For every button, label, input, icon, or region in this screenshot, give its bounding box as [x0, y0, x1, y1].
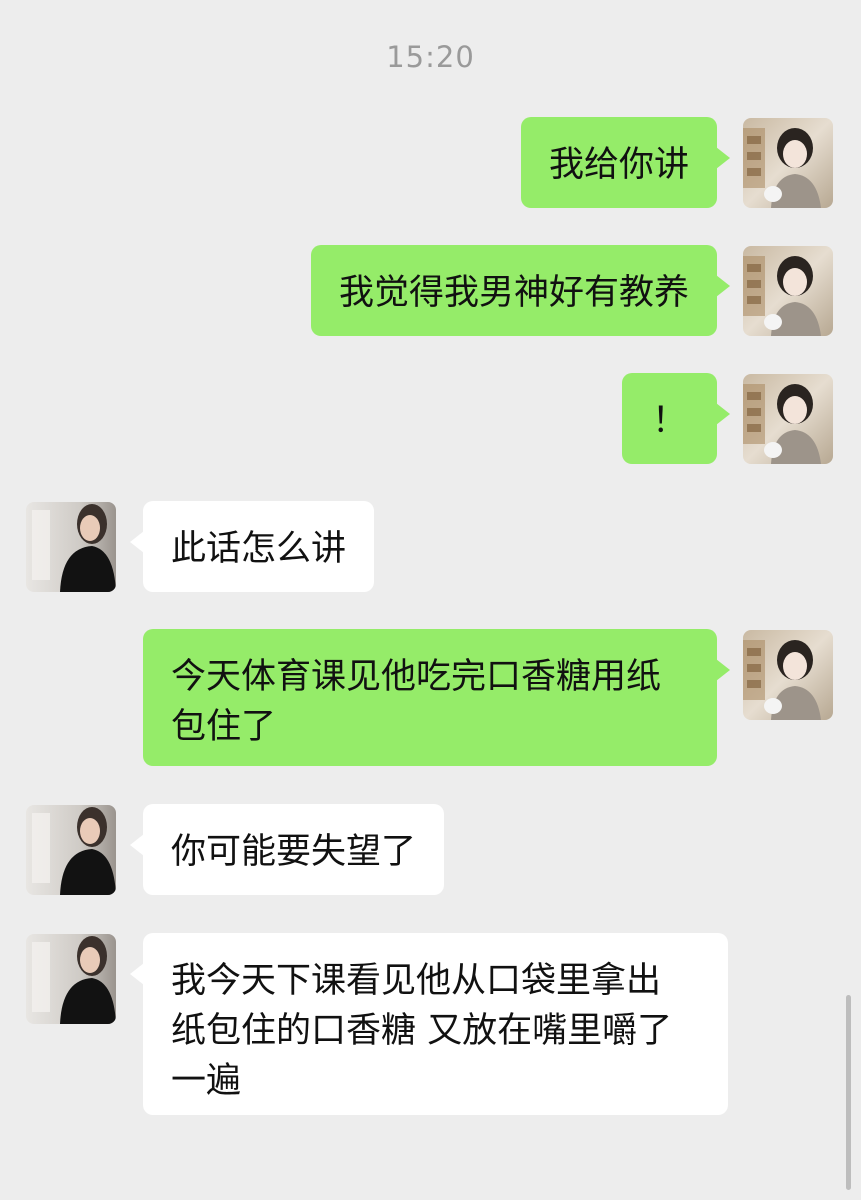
person-dark-jacket-avatar-icon [26, 502, 116, 592]
outgoing-message-bubble[interactable]: ！ [621, 373, 731, 464]
message-timestamp: 15:20 [386, 40, 475, 74]
outgoing-message-bubble[interactable]: 我觉得我男神好有教养 [310, 245, 731, 336]
chat-area[interactable]: 15:20 我给你讲 我觉得我男神好有教养 ！ 此话怎么讲 今天体育课见他吃完口… [0, 0, 861, 1200]
contact-avatar[interactable] [26, 805, 116, 895]
girl-photo-avatar-icon [743, 374, 833, 464]
contact-avatar[interactable] [26, 934, 116, 1024]
outgoing-message-bubble[interactable]: 我给你讲 [520, 117, 731, 208]
girl-photo-avatar-icon [743, 630, 833, 720]
scrollbar[interactable] [846, 995, 851, 1190]
person-dark-jacket-avatar-icon [26, 934, 116, 1024]
incoming-message-bubble[interactable]: 我今天下课看见他从口袋里拿出 纸包住的口香糖 又放在嘴里嚼了 一遍 [130, 933, 728, 1115]
outgoing-message-bubble[interactable]: 今天体育课见他吃完口香糖用纸 包住了 [143, 629, 730, 766]
girl-photo-avatar-icon [743, 246, 833, 336]
my-avatar[interactable] [743, 374, 833, 464]
person-dark-jacket-avatar-icon [26, 805, 116, 895]
incoming-message-bubble[interactable]: 你可能要失望了 [129, 804, 445, 895]
my-avatar[interactable] [743, 246, 833, 336]
contact-avatar[interactable] [26, 502, 116, 592]
my-avatar[interactable] [743, 630, 833, 720]
girl-photo-avatar-icon [743, 118, 833, 208]
my-avatar[interactable] [743, 118, 833, 208]
incoming-message-bubble[interactable]: 此话怎么讲 [129, 501, 375, 592]
